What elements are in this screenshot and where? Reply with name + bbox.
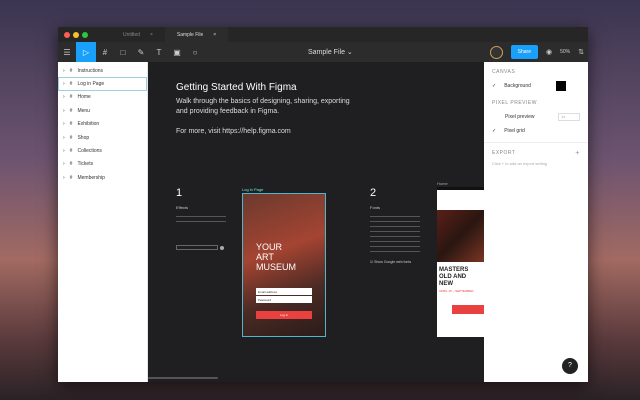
menu-icon[interactable]: ☰ [58, 42, 76, 62]
frame-tool-icon[interactable]: # [96, 42, 114, 62]
chevron-right-icon[interactable]: › [63, 81, 65, 87]
checkmark-icon[interactable]: ✓ [492, 83, 496, 89]
chevron-right-icon[interactable]: › [63, 135, 65, 141]
layer-item[interactable]: › # Menu [58, 104, 147, 117]
page-title: Getting Started With Figma [176, 82, 297, 93]
canvas[interactable]: Getting Started With Figma Walk through … [148, 62, 484, 382]
login-button[interactable]: Log in [256, 311, 312, 319]
layer-item[interactable]: › # Tickets [58, 158, 147, 171]
step-title: Fonts [370, 205, 381, 210]
help-button[interactable]: ? [562, 358, 578, 374]
minimize-window-button[interactable] [73, 31, 79, 38]
zoom-dropdown[interactable]: 50% [560, 49, 570, 55]
tab-label: Untitled [123, 31, 140, 38]
frame-icon: # [69, 148, 73, 155]
password-field[interactable]: Password [256, 296, 312, 303]
frame-icon: # [69, 81, 73, 88]
hero-image [437, 210, 484, 262]
move-tool-icon[interactable]: ▷ [76, 42, 96, 62]
avatar[interactable] [489, 45, 503, 59]
chevron-right-icon[interactable]: › [63, 148, 65, 154]
file-name-menu[interactable]: Sample File ⌄ [308, 48, 353, 56]
tab-untitled[interactable]: Untitled × [111, 27, 165, 42]
close-tab-icon[interactable]: × [213, 32, 216, 38]
section-title: EXPORT [492, 150, 516, 156]
chevron-right-icon[interactable]: › [63, 161, 65, 167]
layer-item[interactable]: › # Collections [58, 144, 147, 157]
pixel-preview-select[interactable]: 1x [558, 113, 580, 121]
export-hint: Click + to add an export setting [492, 161, 548, 166]
comment-tool-icon[interactable]: ○ [186, 42, 204, 62]
close-tab-icon[interactable]: × [150, 32, 153, 38]
email-field[interactable]: Email address [256, 288, 312, 295]
layers-panel: › # Instructions › # Log in Page › # Home › # Me… [58, 62, 148, 382]
frame-icon: # [69, 107, 73, 114]
title-bar: Untitled × Sample File × [58, 27, 588, 42]
frame-icon: # [69, 121, 73, 128]
close-window-button[interactable] [64, 31, 70, 38]
frame-icon: # [69, 94, 73, 101]
step-text [176, 214, 226, 226]
frame-label[interactable]: Log in Page [242, 187, 263, 192]
step-title: Effects [176, 205, 189, 210]
layer-item[interactable]: › # Shop [58, 131, 147, 144]
frame-icon: # [69, 174, 73, 181]
home-frame[interactable]: MASTERS OLD AND NEW APRIL 15 – SEPTEMBER [437, 187, 484, 337]
maximize-window-button[interactable] [82, 31, 88, 38]
toolbar: ☰ ▷ # □ ✎ T ▣ ○ Sample File ⌄ Share ◉ 50… [58, 42, 588, 62]
properties-panel: CANVAS ✓ Background PIXEL PREVIEW Pixel p… [484, 62, 588, 382]
layer-item[interactable]: › # Home [58, 91, 147, 104]
eye-icon[interactable]: ◉ [546, 48, 552, 56]
section-title: PIXEL PREVIEW [492, 100, 537, 106]
properties-toggle-icon[interactable]: ⇅ [578, 48, 584, 56]
horizontal-scrollbar[interactable] [148, 377, 218, 379]
chevron-right-icon[interactable]: › [63, 108, 65, 114]
text-tool-icon[interactable]: T [150, 42, 168, 62]
layer-item[interactable]: › # Exhibition [58, 118, 147, 131]
background-color-swatch[interactable] [556, 81, 566, 91]
rectangle-tool-icon[interactable]: □ [114, 42, 132, 62]
chevron-right-icon[interactable]: › [63, 175, 65, 181]
eye-icon[interactable] [220, 246, 224, 250]
frame-label[interactable]: Home [437, 181, 448, 186]
step-number: 1 [176, 187, 183, 199]
chevron-right-icon[interactable]: › [63, 68, 65, 74]
layer-item[interactable]: › # Instructions [58, 64, 147, 77]
chevron-right-icon[interactable]: › [63, 94, 65, 100]
pen-tool-icon[interactable]: ✎ [132, 42, 150, 62]
frame-icon: # [69, 161, 73, 168]
help-link[interactable]: For more, visit https://help.figma.com [176, 128, 291, 135]
add-export-icon[interactable]: + [575, 150, 580, 157]
effect-select[interactable] [176, 245, 218, 250]
image-tool-icon[interactable]: ▣ [168, 42, 186, 62]
frame-icon: # [69, 67, 73, 74]
figma-window: Untitled × Sample File × ☰ ▷ # □ ✎ T ▣ ○ S… [58, 27, 588, 382]
login-frame[interactable]: YOUR ART MUSEUM Email address Password Log… [242, 193, 326, 337]
google-fonts-checkbox[interactable]: ☑ Show Google web fonts [370, 260, 411, 264]
chevron-right-icon[interactable]: › [63, 121, 65, 127]
layer-item[interactable]: › # Membership [58, 171, 147, 184]
layer-item[interactable]: › # Log in Page [58, 77, 147, 91]
frame-icon: # [69, 134, 73, 141]
tab-label: Sample File [176, 31, 204, 38]
share-button[interactable]: Share [510, 45, 538, 59]
intro-text: Walk through the basics of designing, sh… [176, 98, 350, 115]
tab-sample-file[interactable]: Sample File × [164, 27, 229, 42]
cta-button[interactable] [452, 305, 484, 314]
step-text [370, 214, 420, 254]
step-number: 2 [370, 187, 377, 199]
checkmark-icon[interactable]: ✓ [492, 128, 496, 134]
section-title: CANVAS [492, 69, 516, 75]
